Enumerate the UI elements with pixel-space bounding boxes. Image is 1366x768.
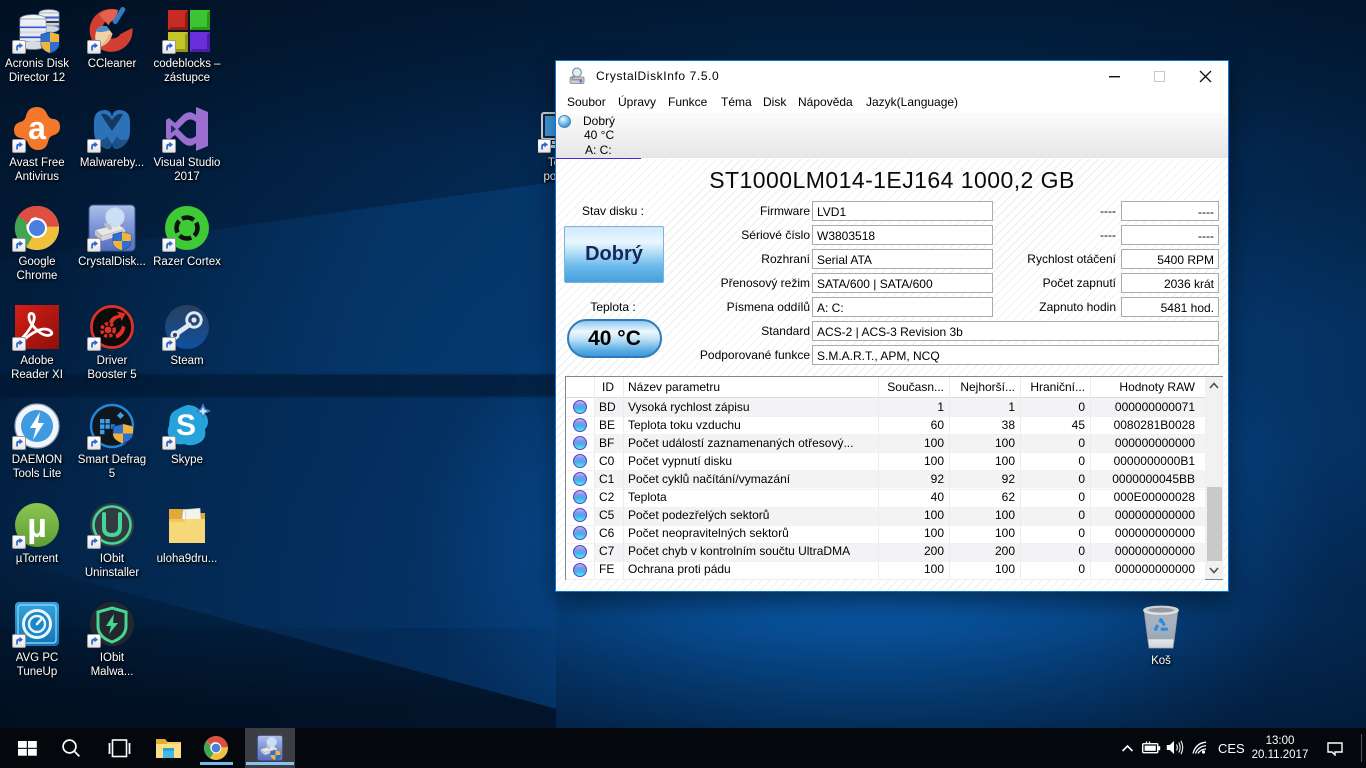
svg-text:µ: µ bbox=[27, 507, 47, 545]
svg-text:S: S bbox=[176, 409, 196, 442]
svg-text:a: a bbox=[28, 110, 46, 146]
